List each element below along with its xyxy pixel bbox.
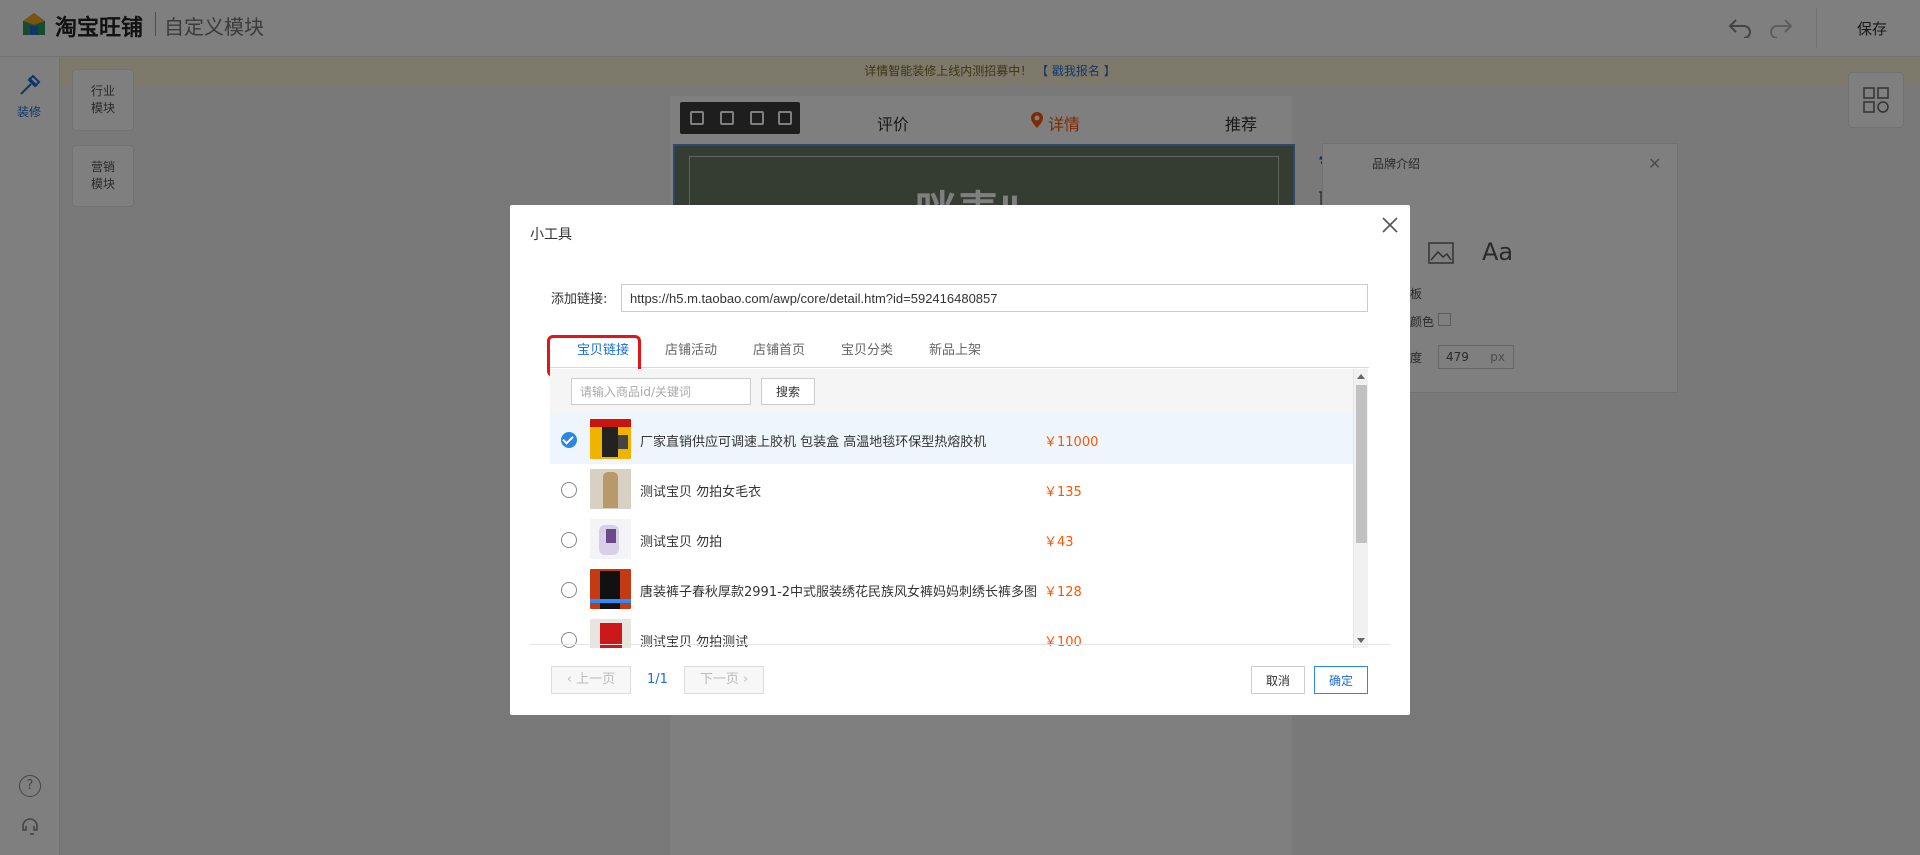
tab-shop-home[interactable]: 店铺首页 xyxy=(753,339,805,358)
list-item[interactable]: 厂家直销供应可调速上胶机 包装盒 高温地毯环保型热熔胶机 ￥11000 xyxy=(550,414,1353,464)
item-thumbnail xyxy=(590,469,631,509)
item-radio[interactable] xyxy=(561,632,577,648)
item-thumbnail xyxy=(590,419,631,459)
item-radio[interactable] xyxy=(561,482,577,498)
item-radio[interactable] xyxy=(561,532,577,548)
item-name: 厂家直销供应可调速上胶机 包装盒 高温地毯环保型热熔胶机 xyxy=(640,435,987,450)
page-indicator: 1/1 xyxy=(647,672,668,687)
item-price: ￥100 xyxy=(1044,635,1082,648)
item-list-panel: 搜索 厂家直销供应可调速上胶机 包装盒 高温地毯环保型热熔胶机 ￥11000 测… xyxy=(550,369,1368,648)
tab-new-arrivals[interactable]: 新品上架 xyxy=(929,339,981,358)
next-page-label: 下一页 xyxy=(699,672,739,687)
item-thumbnail xyxy=(590,569,631,609)
list-item[interactable]: 唐装裤子春秋厚款2991-2中式服装绣花民族风女裤妈妈刺绣长裤多图 ￥128 xyxy=(550,564,1353,614)
list-scrollbar[interactable] xyxy=(1353,369,1368,648)
prev-page-label: 上一页 xyxy=(576,672,616,687)
chevron-right-icon: › xyxy=(742,672,749,687)
item-name: 测试宝贝 勿拍 xyxy=(640,535,723,550)
item-price: ￥43 xyxy=(1044,535,1074,550)
item-price: ￥11000 xyxy=(1044,435,1099,450)
item-radio[interactable] xyxy=(561,582,577,598)
item-name: 测试宝贝 勿拍测试 xyxy=(640,635,749,648)
search-input[interactable] xyxy=(571,378,751,405)
item-price: ￥128 xyxy=(1044,585,1082,600)
tab-item-category[interactable]: 宝贝分类 xyxy=(841,339,893,358)
tab-item-link[interactable]: 宝贝链接 xyxy=(577,339,629,358)
confirm-button[interactable]: 确定 xyxy=(1314,666,1368,694)
widget-dialog: 小工具 添加链接: 宝贝链接 店铺活动 店铺首页 宝贝分类 新品上架 搜索 厂家… xyxy=(510,205,1410,715)
search-button[interactable]: 搜索 xyxy=(761,378,815,405)
item-name: 测试宝贝 勿拍女毛衣 xyxy=(640,485,762,500)
scroll-down-arrow-icon[interactable] xyxy=(1357,638,1365,643)
link-input[interactable] xyxy=(621,284,1368,312)
item-price: ￥135 xyxy=(1044,485,1082,500)
item-list: 厂家直销供应可调速上胶机 包装盒 高温地毯环保型热熔胶机 ￥11000 测试宝贝… xyxy=(550,414,1353,648)
scroll-up-arrow-icon[interactable] xyxy=(1357,374,1365,379)
close-icon[interactable] xyxy=(1380,215,1400,235)
cancel-button[interactable]: 取消 xyxy=(1251,666,1305,694)
dialog-title: 小工具 xyxy=(530,227,572,243)
link-label: 添加链接: xyxy=(551,292,608,307)
next-page-button[interactable]: 下一页 › xyxy=(684,666,764,694)
chevron-left-icon: ‹ xyxy=(566,672,573,687)
list-item[interactable]: 测试宝贝 勿拍 ￥43 xyxy=(550,514,1353,564)
prev-page-button[interactable]: ‹ 上一页 xyxy=(551,666,631,694)
search-bar: 搜索 xyxy=(550,369,1353,414)
item-radio[interactable] xyxy=(561,432,577,448)
link-type-tabs: 宝贝链接 店铺活动 店铺首页 宝贝分类 新品上架 xyxy=(549,329,1369,368)
scroll-thumb[interactable] xyxy=(1356,385,1367,543)
footer-divider xyxy=(530,644,1390,645)
item-name: 唐装裤子春秋厚款2991-2中式服装绣花民族风女裤妈妈刺绣长裤多图 xyxy=(640,585,1038,600)
list-item[interactable]: 测试宝贝 勿拍测试 ￥100 xyxy=(550,614,1353,648)
tab-shop-activity[interactable]: 店铺活动 xyxy=(665,339,717,358)
list-item[interactable]: 测试宝贝 勿拍女毛衣 ￥135 xyxy=(550,464,1353,514)
item-thumbnail xyxy=(590,519,631,559)
